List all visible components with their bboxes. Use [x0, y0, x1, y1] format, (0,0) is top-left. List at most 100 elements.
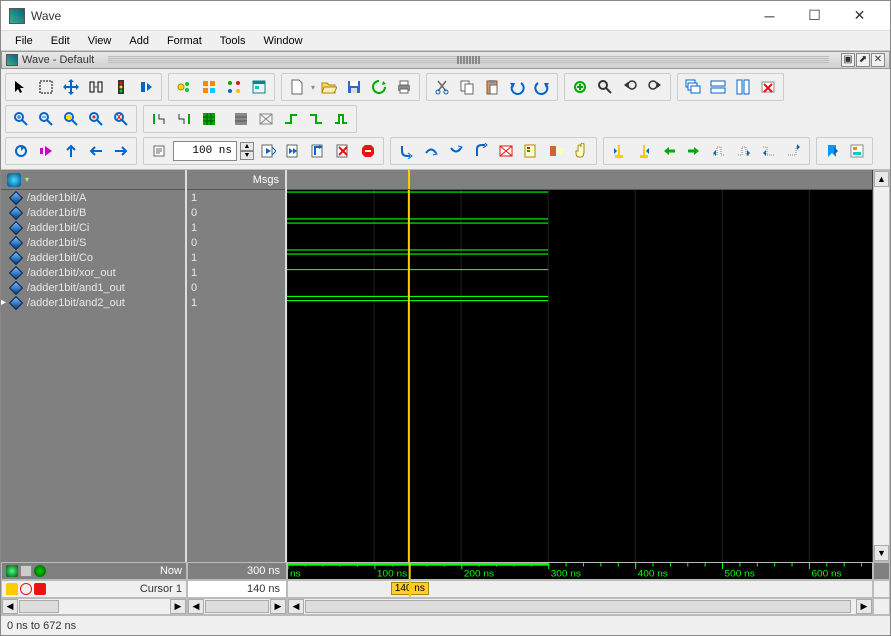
run-time-down[interactable]: ▼ [240, 151, 254, 160]
falling-edge-icon[interactable] [305, 108, 327, 130]
run-time-up[interactable]: ▲ [240, 142, 254, 151]
menu-add[interactable]: Add [121, 33, 157, 49]
select-region-icon[interactable] [35, 76, 57, 98]
scroll-up-button[interactable]: ▲ [874, 171, 889, 187]
time-ruler[interactable]: ns100 ns200 ns300 ns400 ns500 ns600 ns [287, 562, 873, 580]
signal-row[interactable]: /adder1bit/xor_out [1, 265, 185, 280]
link-icon[interactable] [20, 583, 32, 595]
zoom-range-icon[interactable] [110, 108, 132, 130]
properties-icon[interactable] [846, 140, 868, 162]
pointer-icon[interactable] [10, 76, 32, 98]
menu-window[interactable]: Window [255, 33, 310, 49]
signals-icon[interactable] [223, 76, 245, 98]
signal-list[interactable]: /adder1bit/A/adder1bit/B/adder1bit/Ci/ad… [1, 190, 185, 562]
run-time-input[interactable] [173, 141, 237, 161]
signal-row[interactable]: /adder1bit/and1_out [1, 280, 185, 295]
scroll-left-button[interactable]: ◀ [288, 599, 304, 614]
undo-icon[interactable] [506, 76, 528, 98]
find-next-icon[interactable] [644, 76, 666, 98]
browser-icon[interactable] [248, 76, 270, 98]
signal-row[interactable]: /adder1bit/Ci [1, 220, 185, 235]
run-all-icon[interactable] [282, 140, 304, 162]
cursor-left-icon[interactable] [658, 140, 680, 162]
wave-hscroll[interactable]: ◀ ▶ [287, 598, 873, 615]
print-icon[interactable] [393, 76, 415, 98]
run-length-icon[interactable] [148, 140, 170, 162]
menu-file[interactable]: File [7, 33, 41, 49]
doc-close-button[interactable]: ✕ [871, 53, 885, 67]
open-icon[interactable] [318, 76, 340, 98]
save-icon[interactable] [343, 76, 365, 98]
menu-format[interactable]: Format [159, 33, 210, 49]
maximize-button[interactable]: ☐ [792, 2, 837, 30]
next-event-icon[interactable] [783, 140, 805, 162]
step-out-icon[interactable] [470, 140, 492, 162]
trace-step-icon[interactable] [395, 140, 417, 162]
reload-icon[interactable] [368, 76, 390, 98]
toggle-pattern-icon[interactable] [255, 108, 277, 130]
cursor-right-icon[interactable] [683, 140, 705, 162]
signal-row[interactable]: /adder1bit/S [1, 235, 185, 250]
tile-horiz-icon[interactable] [707, 76, 729, 98]
wave-area[interactable] [287, 190, 872, 562]
menu-view[interactable]: View [80, 33, 120, 49]
copy-icon[interactable] [456, 76, 478, 98]
pan-hand-icon[interactable] [570, 140, 592, 162]
zoom-cursor-icon[interactable] [85, 108, 107, 130]
cursor-prev-edge-icon[interactable] [148, 108, 170, 130]
doc-dock-button[interactable]: ▣ [841, 53, 855, 67]
names-header[interactable]: ▾ [1, 170, 185, 190]
modules-icon[interactable] [198, 76, 220, 98]
new-icon[interactable] [286, 76, 308, 98]
step-back-icon[interactable] [85, 140, 107, 162]
run-continue-icon[interactable] [35, 140, 57, 162]
cursor-value[interactable]: 140 ns [187, 580, 287, 598]
zoom-mode-icon[interactable] [85, 76, 107, 98]
scroll-down-button[interactable]: ▼ [874, 545, 889, 561]
step-up-icon[interactable] [60, 140, 82, 162]
add-cursor-icon[interactable] [608, 140, 630, 162]
value-list[interactable]: 10101101 [187, 190, 285, 562]
next-transition-icon[interactable] [733, 140, 755, 162]
scroll-right-button[interactable]: ▶ [170, 599, 186, 614]
break-icon[interactable] [332, 140, 354, 162]
scroll-right-button[interactable]: ▶ [856, 599, 872, 614]
step-icon[interactable] [135, 76, 157, 98]
prev-transition-icon[interactable] [708, 140, 730, 162]
close-button[interactable]: ✕ [837, 2, 882, 30]
zoom-full-icon[interactable] [60, 108, 82, 130]
stop-icon[interactable] [357, 140, 379, 162]
show-drivers-icon[interactable] [545, 140, 567, 162]
any-edge-icon[interactable] [330, 108, 352, 130]
process-icon[interactable] [173, 76, 195, 98]
rising-edge-icon[interactable] [280, 108, 302, 130]
names-hscroll[interactable]: ◀ ▶ [1, 598, 187, 615]
restart-icon[interactable] [10, 140, 32, 162]
prev-event-icon[interactable] [758, 140, 780, 162]
show-source-icon[interactable] [520, 140, 542, 162]
scroll-right-button[interactable]: ▶ [270, 599, 286, 614]
signal-row[interactable]: /adder1bit/A [1, 190, 185, 205]
signal-row[interactable]: /adder1bit/Co [1, 250, 185, 265]
remove-icon[interactable] [34, 583, 46, 595]
eval-icon[interactable] [495, 140, 517, 162]
zoom-out-icon[interactable] [35, 108, 57, 130]
doc-maximize-button[interactable]: ⬈ [856, 53, 870, 67]
find-icon[interactable] [594, 76, 616, 98]
paste-icon[interactable] [481, 76, 503, 98]
minimize-button[interactable]: ─ [747, 2, 792, 30]
bookmark-add-icon[interactable] [821, 140, 843, 162]
menu-tools[interactable]: Tools [212, 33, 254, 49]
cascade-icon[interactable] [682, 76, 704, 98]
run-icon[interactable] [257, 140, 279, 162]
cursor-next-edge-icon[interactable] [173, 108, 195, 130]
step-forward-icon[interactable] [110, 140, 132, 162]
vertical-scrollbar[interactable]: ▲ ▼ [873, 170, 890, 562]
values-hscroll[interactable]: ◀ ▶ [187, 598, 287, 615]
redo-icon[interactable] [531, 76, 553, 98]
delete-icon[interactable] [757, 76, 779, 98]
menu-edit[interactable]: Edit [43, 33, 78, 49]
cursor-track[interactable]: 140 ns [287, 580, 873, 598]
scroll-left-button[interactable]: ◀ [2, 599, 18, 614]
prev-cursor-icon[interactable] [633, 140, 655, 162]
